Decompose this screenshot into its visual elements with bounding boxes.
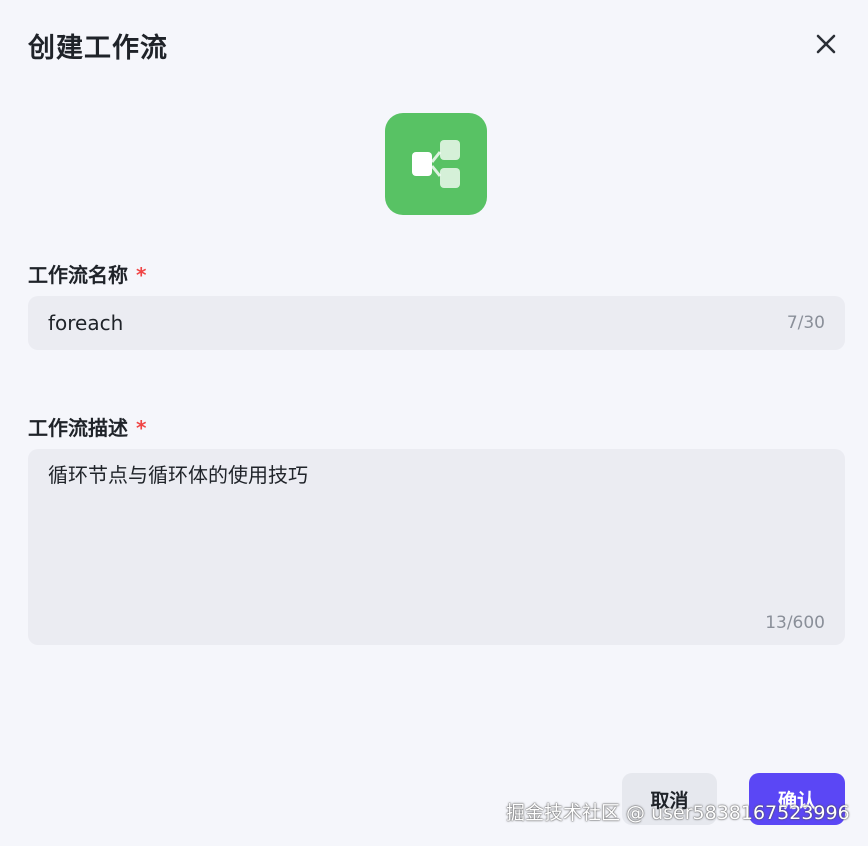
name-field-label: 工作流名称 * [28,263,147,287]
dialog-title: 创建工作流 [28,33,168,64]
workflow-icon [412,140,460,188]
create-workflow-dialog: 创建工作流 工作流名称 * foreach 7/30 工作流描述 * 循环节点与循环… [0,0,868,846]
workflow-name-input[interactable]: foreach 7/30 [28,296,845,350]
name-char-counter: 7/30 [786,313,825,333]
workflow-description-textarea[interactable]: 循环节点与循环体的使用技巧 13/600 [28,449,845,645]
workflow-description-value: 循环节点与循环体的使用技巧 [48,463,308,487]
workflow-name-value: foreach [48,311,124,335]
desc-field-label: 工作流描述 * [28,416,147,440]
required-mark: * [136,263,147,287]
required-mark: * [136,416,147,440]
workflow-app-icon[interactable] [385,113,487,215]
desc-char-counter: 13/600 [765,613,825,633]
close-button[interactable] [810,28,842,60]
close-icon [816,34,836,54]
cancel-button[interactable]: 取消 [622,773,717,825]
confirm-button[interactable]: 确认 [749,773,845,825]
